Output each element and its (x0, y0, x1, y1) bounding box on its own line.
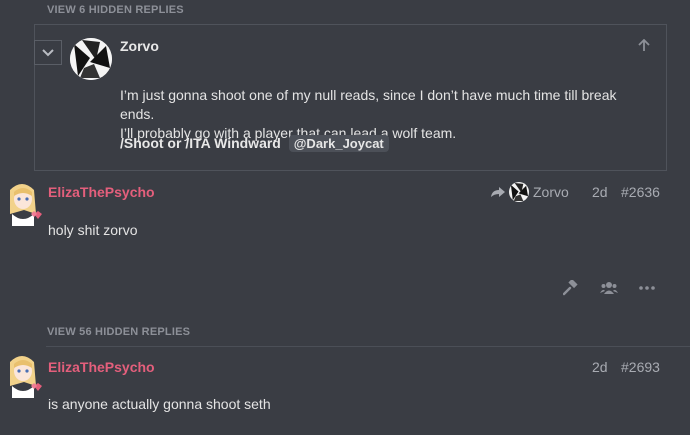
gavel-icon (563, 280, 578, 296)
post-author[interactable]: ElizaThePsycho (48, 184, 155, 200)
go-to-quote-button[interactable] (636, 37, 652, 53)
view-hidden-replies-link[interactable]: VIEW 56 HIDDEN REPLIES (47, 326, 190, 338)
post-author[interactable]: ElizaThePsycho (48, 359, 155, 375)
chevron-down-icon (42, 48, 54, 56)
users-icon (600, 282, 618, 294)
view-hidden-replies-link[interactable]: VIEW 6 HIDDEN REPLIES (47, 4, 184, 16)
admin-button[interactable] (560, 278, 582, 298)
quote-author[interactable]: Zorvo (120, 38, 159, 54)
avatar[interactable] (4, 352, 44, 398)
zorvo-avatar-image (70, 38, 112, 80)
mention-link[interactable]: @Dark_Joycat (288, 135, 389, 152)
post-divider (46, 346, 690, 347)
avatar[interactable] (70, 38, 112, 80)
eliza-avatar-image (10, 184, 42, 226)
quote-action-line: /Shoot or /ITA Windward @Dark_Joycat (120, 135, 389, 152)
reply-to-name: Zorvo (533, 184, 569, 200)
more-options-button[interactable] (636, 278, 658, 298)
post-number[interactable]: #2636 (621, 184, 660, 200)
reply-arrow-icon (491, 187, 505, 197)
more-icon (639, 286, 655, 290)
avatar[interactable] (4, 180, 44, 226)
post-body: holy shit zorvo (48, 222, 138, 238)
shoot-text: /Shoot or /ITA Windward (120, 135, 281, 151)
who-replied-button[interactable] (598, 278, 620, 298)
eliza-avatar-image (10, 356, 42, 398)
arrow-up-icon (638, 38, 650, 51)
collapse-button[interactable] (34, 40, 62, 65)
post-body: is anyone actually gonna shoot seth (48, 396, 271, 412)
post-age[interactable]: 2d (592, 184, 608, 200)
post-age[interactable]: 2d (592, 359, 608, 375)
quote-body-line-1: I’m just gonna shoot one of my null read… (120, 87, 617, 122)
reply-to-avatar (509, 182, 529, 202)
post-number[interactable]: #2693 (621, 359, 660, 375)
zorvo-small-avatar-image (510, 182, 529, 202)
reply-to-tab[interactable]: Zorvo (490, 182, 569, 202)
